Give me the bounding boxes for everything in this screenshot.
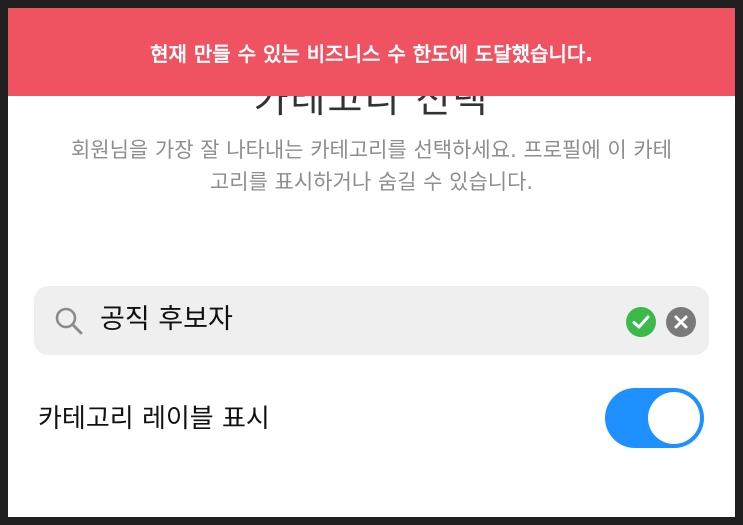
- search-icon: [55, 307, 83, 335]
- check-circle-icon: [626, 307, 656, 337]
- toggle-knob: [648, 392, 700, 444]
- limit-error-banner: 현재 만들 수 있는 비즈니스 수 한도에 도달했습니다.: [8, 8, 735, 96]
- page-description: 회원님을 가장 잘 나타내는 카테고리를 선택하세요. 프로필에 이 카테고리를…: [70, 138, 673, 194]
- show-category-label-text: 카테고리 레이블 표시: [38, 404, 270, 434]
- clear-icon[interactable]: [666, 307, 696, 337]
- show-category-label-toggle[interactable]: [605, 388, 704, 448]
- search-input-value[interactable]: 공직 후보자: [100, 300, 233, 340]
- category-search-field[interactable]: 공직 후보자: [34, 286, 709, 355]
- banner-message: 현재 만들 수 있는 비즈니스 수 한도에 도달했습니다.: [150, 41, 593, 66]
- category-screen: 카테고리 선택 회원님을 가장 잘 나타내는 카테고리를 선택하세요. 프로필에…: [8, 8, 735, 517]
